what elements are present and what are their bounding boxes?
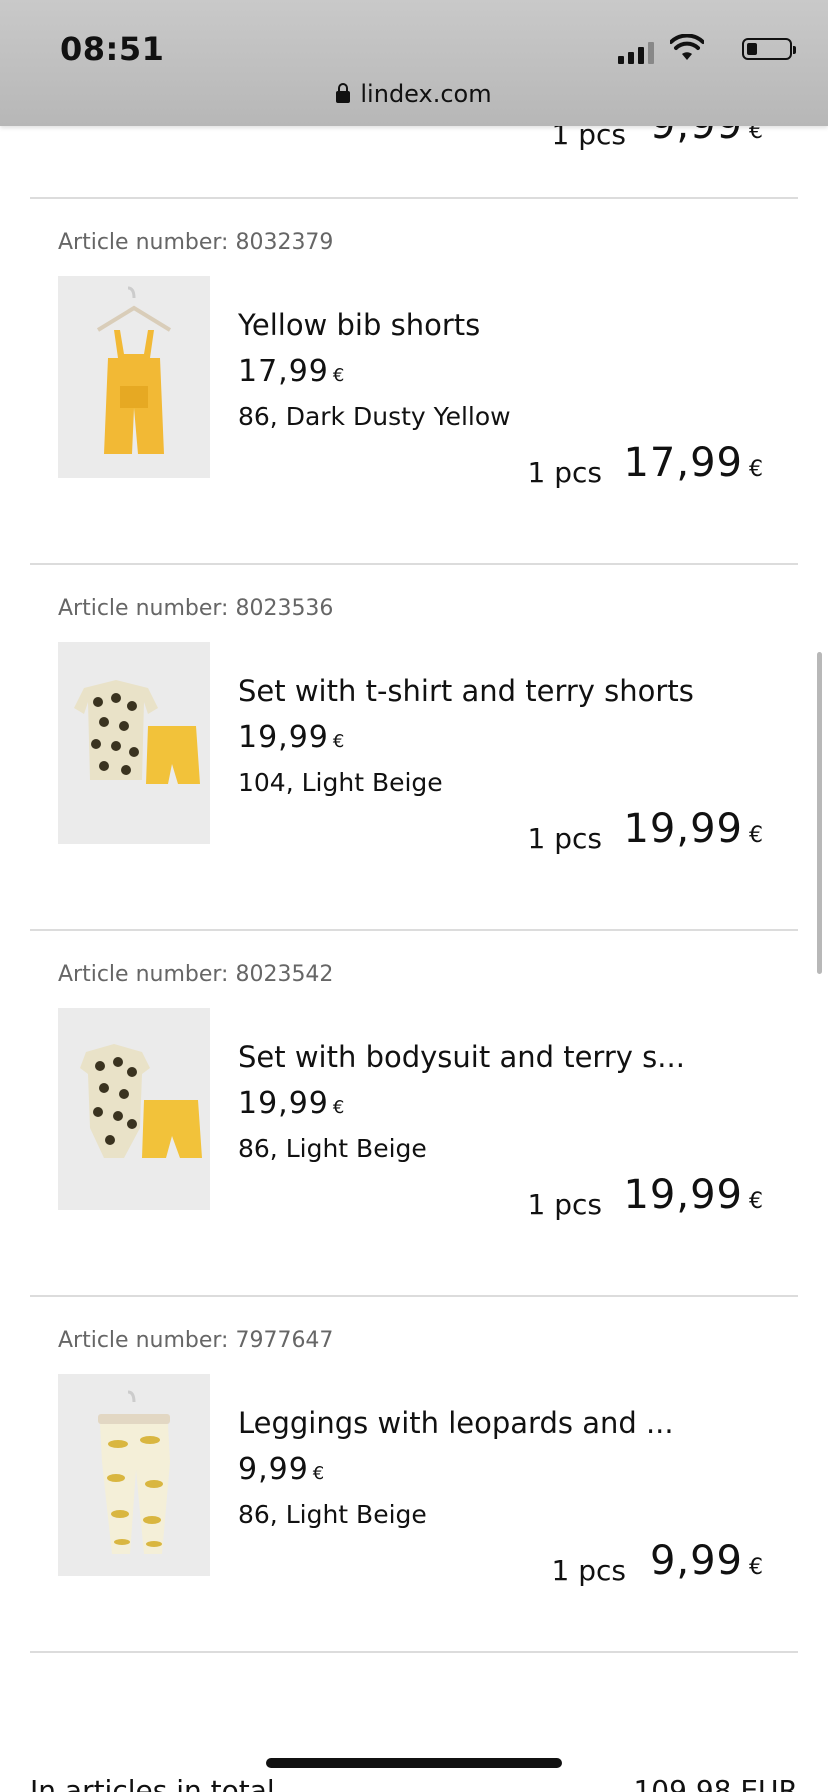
product-name[interactable]: Leggings with leopards and ... bbox=[238, 1406, 674, 1440]
quantity[interactable]: 1 pcs bbox=[528, 456, 602, 489]
currency: € bbox=[749, 457, 764, 482]
total-price: 19,99 € bbox=[623, 1172, 764, 1218]
currency: € bbox=[332, 1097, 346, 1118]
unit-price-value: 19,99 bbox=[238, 1086, 329, 1121]
order-summary-peek: In articles in total 109,98 EUR bbox=[30, 1774, 798, 1792]
article-number: Article number: 8023542 bbox=[58, 962, 334, 987]
currency: € bbox=[312, 1463, 326, 1484]
currency: € bbox=[749, 1189, 764, 1214]
size-color: 86, Light Beige bbox=[238, 1500, 427, 1529]
home-indicator[interactable] bbox=[266, 1758, 562, 1768]
quantity[interactable]: 1 pcs bbox=[528, 1188, 602, 1221]
currency: € bbox=[749, 1555, 764, 1580]
total-price-value: 17,99 bbox=[623, 440, 743, 486]
cellular-signal-icon bbox=[618, 40, 656, 64]
cart-item[interactable]: Article number: 8023536 Set with t-shirt… bbox=[0, 564, 828, 928]
currency: € bbox=[332, 731, 346, 752]
scrollbar[interactable] bbox=[817, 652, 822, 974]
total-price-value: 19,99 bbox=[623, 1172, 743, 1218]
url-bar[interactable]: lindex.com bbox=[0, 80, 828, 108]
article-number: Article number: 8023536 bbox=[58, 596, 334, 621]
lock-icon bbox=[336, 83, 351, 103]
cart-item[interactable]: Article number: 8032379 Yellow bib short… bbox=[0, 198, 828, 562]
status-icons bbox=[596, 34, 796, 64]
quantity[interactable]: 1 pcs bbox=[528, 822, 602, 855]
article-number: Article number: 8032379 bbox=[58, 230, 334, 255]
currency: € bbox=[332, 365, 346, 386]
url-text: lindex.com bbox=[360, 80, 492, 108]
total-price-value: 9,99 bbox=[649, 1538, 743, 1584]
product-image[interactable] bbox=[58, 1374, 210, 1576]
unit-price-value: 9,99 bbox=[238, 1452, 309, 1487]
partial-cart-row: 1 pcs 9,99€ bbox=[0, 102, 828, 198]
quantity[interactable]: 1 pcs bbox=[552, 1554, 626, 1587]
product-image[interactable] bbox=[58, 1008, 210, 1210]
total-price: 9,99€ bbox=[650, 1538, 764, 1584]
size-color: 86, Light Beige bbox=[238, 1134, 427, 1163]
summary-total: 109,98 EUR bbox=[633, 1774, 798, 1792]
wifi-icon bbox=[670, 34, 704, 60]
total-price-value: 19,99 bbox=[623, 806, 743, 852]
unit-price: 9,99 € bbox=[238, 1452, 325, 1487]
currency: € bbox=[749, 823, 764, 848]
unit-price: 17,99 € bbox=[238, 354, 345, 389]
unit-price: 19,99 € bbox=[238, 1086, 345, 1121]
status-time: 08:51 bbox=[60, 30, 165, 68]
product-image[interactable] bbox=[58, 276, 210, 478]
battery-icon bbox=[742, 38, 796, 60]
total-price: 19,99 € bbox=[623, 806, 764, 852]
product-name[interactable]: Set with t-shirt and terry shorts bbox=[238, 674, 694, 708]
product-name[interactable]: Yellow bib shorts bbox=[238, 308, 480, 342]
size-color: 104, Light Beige bbox=[238, 768, 443, 797]
cart-item[interactable]: Article number: 8023542 Set with bodysui… bbox=[0, 930, 828, 1294]
browser-top-bar: 08:51 lindex.com bbox=[0, 0, 828, 126]
product-name[interactable]: Set with bodysuit and terry s... bbox=[238, 1040, 685, 1074]
summary-label: In articles in total bbox=[30, 1774, 275, 1792]
cart-item[interactable]: Article number: 7977647 Leggings with le… bbox=[0, 1296, 828, 1660]
divider bbox=[30, 1651, 798, 1653]
unit-price-value: 19,99 bbox=[238, 720, 329, 755]
product-image[interactable] bbox=[58, 642, 210, 844]
size-color: 86, Dark Dusty Yellow bbox=[238, 402, 511, 431]
unit-price-value: 17,99 bbox=[238, 354, 329, 389]
article-number: Article number: 7977647 bbox=[58, 1328, 334, 1353]
unit-price: 19,99 € bbox=[238, 720, 345, 755]
total-price: 17,99 € bbox=[623, 440, 764, 486]
